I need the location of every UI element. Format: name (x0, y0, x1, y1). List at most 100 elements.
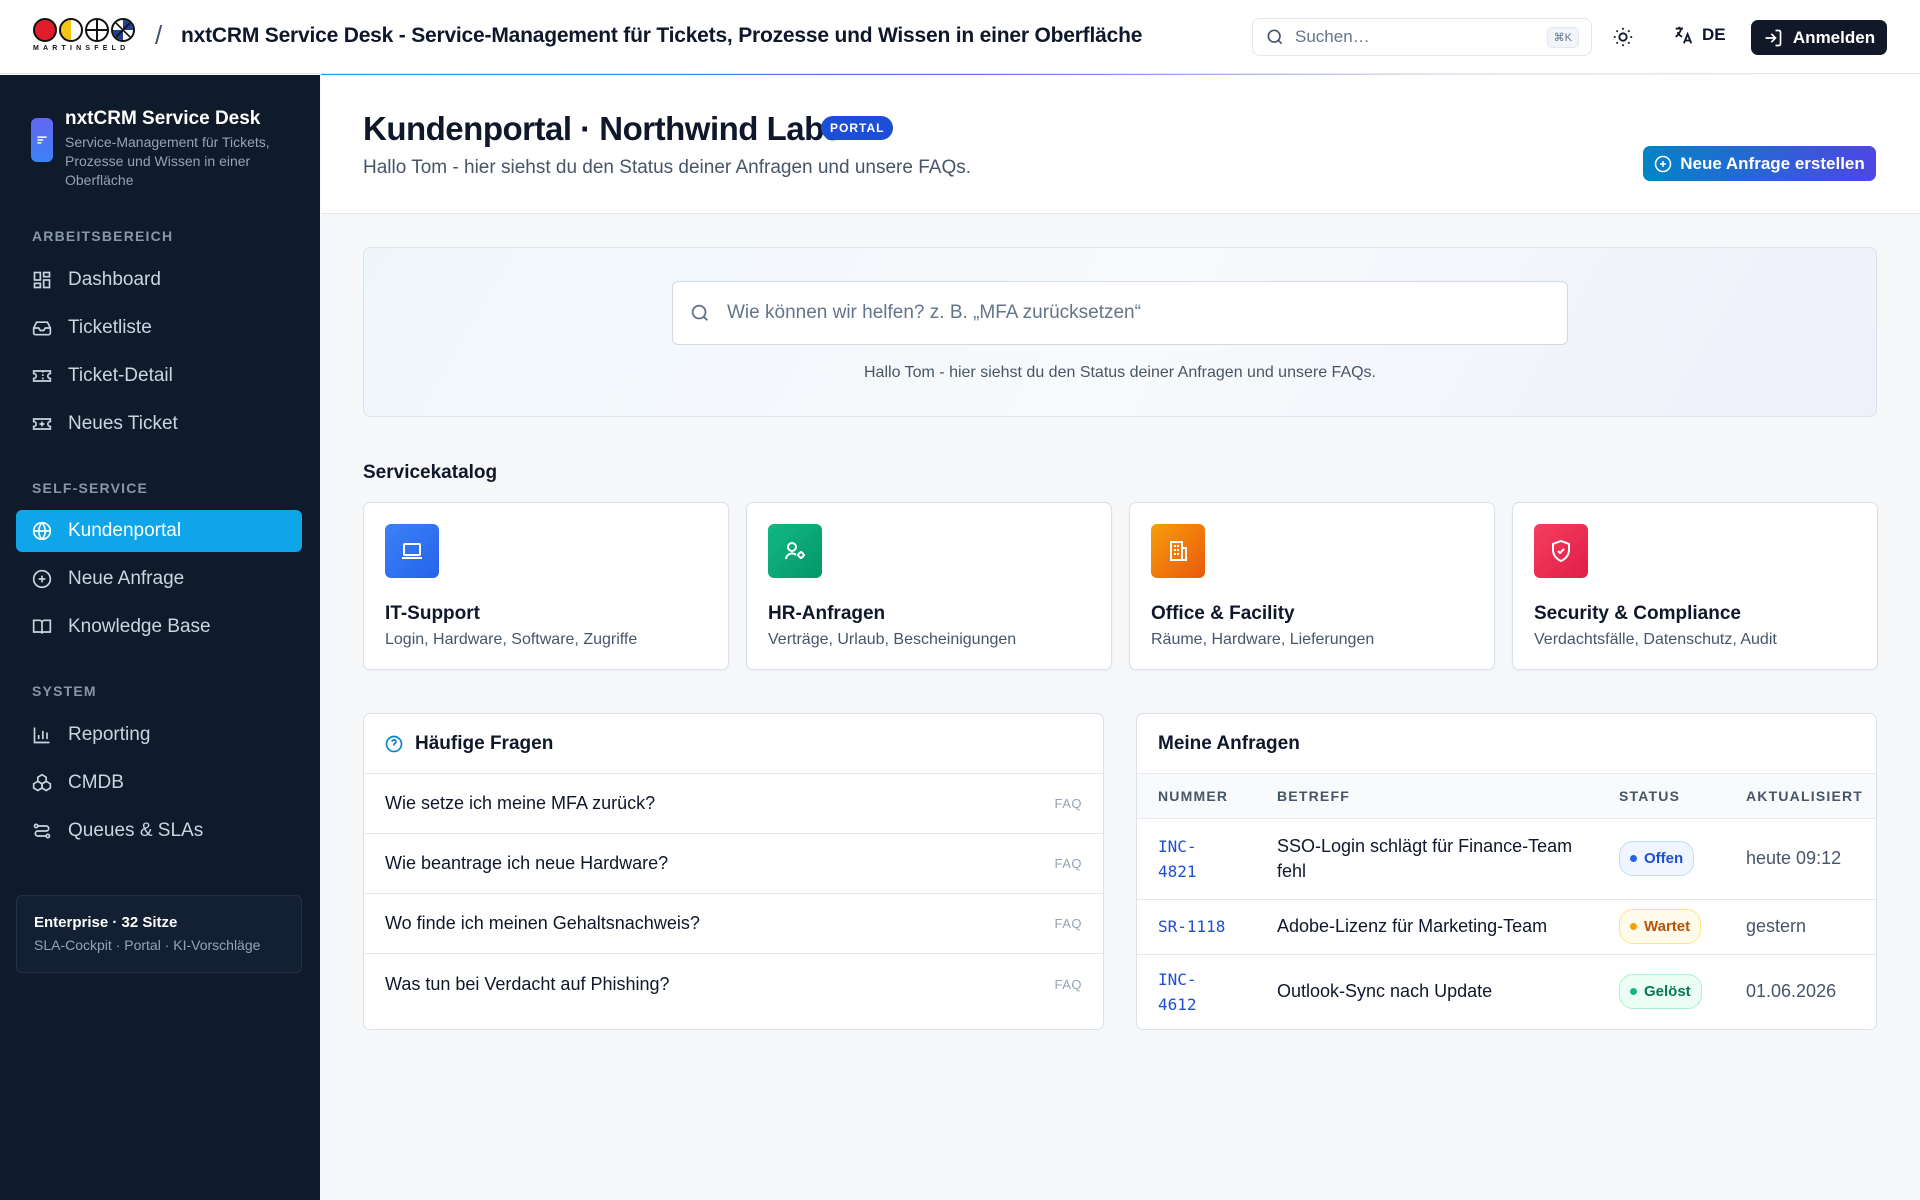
sidebar-item-queues[interactable]: Queues & SLAs (16, 810, 302, 852)
ticket-number-cell[interactable]: INC- 4821 (1137, 818, 1256, 900)
faq-item[interactable]: Wie beantrage ich neue Hardware? FAQ (364, 834, 1103, 894)
plan-title: Enterprise · 32 Sitze (34, 914, 178, 931)
ticket-id: INC- (1158, 836, 1197, 856)
sidebar-item-label: Neues Ticket (68, 413, 178, 434)
card-subtitle: Verträge, Urlaub, Bescheinigungen (768, 631, 1017, 648)
new-request-button[interactable]: Neue Anfrage erstellen (1643, 146, 1876, 181)
faq-question: Was tun bei Verdacht auf Phishing? (385, 973, 670, 994)
faq-item[interactable]: Was tun bei Verdacht auf Phishing? FAQ (364, 954, 1103, 1014)
table-row[interactable]: SR-1118 Adobe-Lizenz für Marketing-Team … (1137, 899, 1876, 955)
table-row[interactable]: INC- 4821 SSO-Login schlägt für Finance-… (1137, 818, 1876, 900)
table-row[interactable]: INC- 4612 Outlook-Sync nach Update Gelös… (1137, 954, 1876, 1029)
service-card-it-support[interactable]: IT-Support Login, Hardware, Software, Zu… (363, 502, 729, 670)
brand-title: nxtCRM Service Desk (65, 108, 261, 129)
translate-icon (1675, 26, 1693, 44)
ticket-status-cell: Gelöst (1598, 954, 1725, 1029)
sidebar-brand[interactable]: nxtCRM Service Desk Service-Management f… (31, 108, 290, 190)
ticket-plus-icon (32, 418, 52, 430)
sidebar-item-label: Queues & SLAs (68, 820, 204, 841)
search-placeholder: Suchen… (1295, 27, 1370, 46)
login-button[interactable]: Anmelden (1751, 20, 1887, 55)
faq-question: Wie beantrage ich neue Hardware? (385, 853, 669, 873)
sidebar-item-neue-anfrage[interactable]: Neue Anfrage (16, 558, 302, 600)
page-title: Kundenportal · Northwind Labs (363, 110, 842, 147)
sidebar-item-label: Ticket-Detail (68, 365, 173, 386)
faq-item[interactable]: Wo finde ich meinen Gehaltsnachweis? FAQ (364, 894, 1103, 954)
language-switcher[interactable]: DE (1672, 24, 1726, 46)
app-title: nxtCRM Service Desk - Service-Management… (181, 24, 1143, 47)
logo-text: MARTINSFELD (33, 45, 130, 52)
card-title: HR-Anfragen (768, 603, 886, 624)
ticket-number-cell[interactable]: INC- 4612 (1137, 954, 1256, 1029)
status-dot (1630, 988, 1637, 996)
portal-badge: PORTAL (821, 116, 894, 140)
plus-circle-icon (32, 569, 52, 589)
boxes-icon (32, 773, 52, 792)
sidebar-item-kundenportal[interactable]: Kundenportal (16, 510, 302, 552)
sidebar-item-label: Kundenportal (68, 520, 182, 541)
ticket-subject: Adobe-Lizenz für Marketing-Team (1256, 899, 1598, 955)
global-search[interactable]: Suchen… ⌘K (1252, 18, 1592, 56)
martinsfeld-logo[interactable]: MARTINSFELD (33, 18, 138, 56)
building-icon (1151, 524, 1205, 578)
plan-info-box: Enterprise · 32 Sitze SLA-Cockpit · Port… (16, 895, 302, 973)
inbox-icon (32, 321, 52, 336)
status-label: Wartet (1644, 918, 1691, 935)
shield-icon (1534, 524, 1588, 578)
card-title: Security & Compliance (1534, 603, 1741, 624)
ticket-id: SR-1118 (1158, 917, 1226, 936)
brand-subtitle: Service-Management für Tickets, Prozesse… (65, 134, 270, 188)
sidebar: nxtCRM Service Desk Service-Management f… (0, 75, 320, 1200)
sidebar-item-label: Reporting (68, 724, 151, 745)
language-label: DE (1702, 25, 1726, 44)
ticket-id-cont: 4612 (1158, 994, 1197, 1014)
status-dot (1630, 923, 1637, 930)
service-card-hr[interactable]: HR-Anfragen Verträge, Urlaub, Bescheinig… (746, 502, 1112, 670)
nav-section-self-service: SELF-SERVICE (32, 480, 149, 496)
page-subtitle: Hallo Tom - hier siehst du den Status de… (363, 157, 971, 178)
workflow-icon (33, 823, 51, 839)
help-search-input[interactable]: Wie können wir helfen? z. B. „MFA zurück… (672, 281, 1568, 345)
top-bar: MARTINSFELD / nxtCRM Service Desk - Serv… (0, 0, 1920, 74)
sidebar-item-ticketliste[interactable]: Ticketliste (16, 307, 302, 349)
card-subtitle: Räume, Hardware, Lieferungen (1151, 631, 1375, 648)
card-subtitle: Login, Hardware, Software, Zugriffe (385, 631, 638, 648)
sidebar-item-knowledge-base[interactable]: Knowledge Base (16, 606, 302, 648)
search-icon (1267, 29, 1283, 45)
search-icon (691, 304, 708, 321)
table-header-row: NUMMER BETREFF STATUS AKTUALISIERT (1137, 774, 1876, 819)
ticket-updated: gestern (1725, 899, 1876, 955)
faq-item[interactable]: Wie setze ich meine MFA zurück? FAQ (364, 774, 1103, 834)
plus-circle-icon (1654, 155, 1672, 172)
logo-yellow-circle (59, 18, 83, 42)
help-search-placeholder: Wie können wir helfen? z. B. „MFA zurück… (727, 302, 1141, 323)
sidebar-item-dashboard[interactable]: Dashboard (16, 259, 302, 301)
sidebar-item-ticket-detail[interactable]: Ticket-Detail (16, 355, 302, 397)
logo-red-circle (33, 18, 57, 42)
status-label: Gelöst (1644, 983, 1691, 1001)
theme-toggle-button[interactable] (1612, 26, 1636, 50)
sidebar-item-cmdb[interactable]: CMDB (16, 762, 302, 804)
ticket-number-cell[interactable]: SR-1118 (1137, 899, 1256, 955)
column-header-subject: BETREFF (1256, 774, 1598, 819)
sun-icon (1613, 27, 1633, 47)
faq-tag: FAQ (1054, 856, 1082, 871)
sidebar-item-reporting[interactable]: Reporting (16, 714, 302, 756)
requests-table: NUMMER BETREFF STATUS AKTUALISIERT INC- … (1137, 774, 1876, 1029)
sidebar-item-neues-ticket[interactable]: Neues Ticket (16, 403, 302, 445)
book-open-icon (32, 619, 52, 634)
column-header-status: STATUS (1598, 774, 1725, 819)
faq-question: Wie setze ich meine MFA zurück? (385, 793, 656, 813)
service-card-office-facility[interactable]: Office & Facility Räume, Hardware, Liefe… (1129, 502, 1495, 670)
faq-panel: Häufige Fragen Wie setze ich meine MFA z… (363, 713, 1104, 1030)
ticket-icon (32, 370, 52, 382)
sidebar-item-label: Neue Anfrage (68, 568, 185, 589)
card-title: Office & Facility (1151, 603, 1295, 624)
ticket-updated: heute 09:12 (1725, 818, 1876, 900)
service-card-security[interactable]: Security & Compliance Verdachtsfälle, Da… (1512, 502, 1878, 670)
help-search-panel: Wie können wir helfen? z. B. „MFA zurück… (363, 247, 1877, 417)
plan-subtitle: SLA-Cockpit · Portal · KI-Vorschläge (34, 937, 261, 953)
ticket-id-cont: 4821 (1158, 861, 1197, 881)
ticket-id: INC- (1158, 969, 1197, 989)
main-content: Kundenportal · Northwind Labs PORTAL Hal… (321, 75, 1920, 1200)
